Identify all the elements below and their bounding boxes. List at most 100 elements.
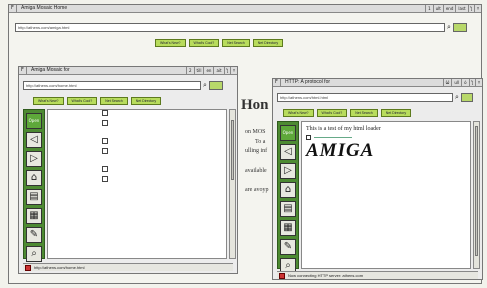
- window-title: HTTP: A protocol for: [285, 79, 331, 85]
- status-text: Now connecting HTTP server: athens.com: [288, 273, 364, 278]
- amiga-heading: AMIGA: [306, 140, 375, 161]
- right-titlebar[interactable]: F HTTP: A protocol for Ѡ ull ȯ ƪ ʭ: [273, 79, 482, 87]
- page-heading: Hon: [241, 97, 269, 113]
- whats-cool-button[interactable]: What's Cool?: [66, 97, 98, 105]
- right-content-area: This is a test of my html loader AMIGA: [301, 121, 471, 269]
- print-icon[interactable]: ▦: [26, 208, 42, 224]
- go-button[interactable]: [209, 81, 223, 90]
- left-nav-bar: What's New? What's Cool? Net Search Net …: [33, 97, 162, 105]
- right-url-row: http://athens.com/html.html ⌕: [277, 93, 473, 102]
- whats-cool-button[interactable]: What's Cool?: [188, 39, 220, 47]
- list-checkbox[interactable]: [102, 120, 108, 126]
- gadget-2[interactable]: ull: [451, 79, 461, 86]
- close-gadget[interactable]: F: [9, 5, 17, 12]
- right-nav-bar: What's New? What's Cool? Net Search Net …: [283, 109, 412, 117]
- right-status-bar: Now connecting HTTP server: athens.com: [277, 271, 478, 279]
- gadget-3[interactable]: end: [442, 5, 456, 12]
- whats-new-button[interactable]: What's New?: [33, 97, 64, 105]
- left-browser-window: F Amiga Mosaic for 2 till en ait ƪ ʭ htt…: [18, 66, 238, 274]
- url-field[interactable]: http://athens.com/home.html: [23, 81, 201, 90]
- list-checkbox[interactable]: [102, 166, 108, 172]
- back-icon[interactable]: ◁: [280, 144, 296, 160]
- main-nav-bar: What's New? What's Cool? Net Search Net …: [155, 39, 284, 47]
- home-icon[interactable]: ⌂: [280, 182, 296, 198]
- search-doc-icon[interactable]: ✎: [26, 227, 42, 243]
- open-button[interactable]: Open: [26, 113, 42, 129]
- gadget-1[interactable]: Ѡ: [442, 79, 452, 86]
- find-icon[interactable]: ⌕: [26, 246, 42, 262]
- window-title: Amiga Mosaic for: [31, 67, 70, 73]
- back-icon[interactable]: ◁: [26, 132, 42, 148]
- window-gadgets: 2 till en ait ƪ ʭ: [186, 67, 237, 74]
- net-directory-button[interactable]: Net Directory: [130, 97, 162, 105]
- window-gadgets: Ѡ ull ȯ ƪ ʭ: [442, 79, 482, 86]
- save-icon[interactable]: ▤: [26, 189, 42, 205]
- scroll-knob[interactable]: [475, 126, 478, 256]
- checkbox-column: [102, 110, 108, 186]
- search-icon[interactable]: ⌕: [453, 93, 461, 102]
- home-icon[interactable]: ⌂: [26, 170, 42, 186]
- list-checkbox[interactable]: [102, 148, 108, 154]
- list-checkbox[interactable]: [102, 110, 108, 116]
- gadget-3[interactable]: en: [203, 67, 213, 74]
- search-icon[interactable]: ⌕: [201, 81, 209, 90]
- scroll-knob[interactable]: [231, 120, 234, 180]
- bg-line-5: are avoyp: [245, 187, 269, 193]
- save-icon[interactable]: ▤: [280, 201, 296, 217]
- print-icon[interactable]: ▦: [280, 220, 296, 236]
- go-button[interactable]: [461, 93, 473, 102]
- right-browser-window: F HTTP: A protocol for Ѡ ull ȯ ƪ ʭ http:…: [272, 78, 483, 280]
- main-url-row: http://athens.com/amiga.html ⌕: [15, 23, 467, 32]
- depth-icon[interactable]: ʭ: [473, 5, 481, 12]
- page-link[interactable]: [314, 137, 352, 138]
- whats-new-button[interactable]: What's New?: [155, 39, 186, 47]
- net-search-button[interactable]: Net Search: [350, 109, 378, 117]
- list-checkbox[interactable]: [102, 176, 108, 182]
- left-vertical-scrollbar[interactable]: [229, 109, 236, 259]
- whats-cool-button[interactable]: What's Cool?: [316, 109, 348, 117]
- close-gadget[interactable]: F: [19, 67, 27, 74]
- forward-icon[interactable]: ▷: [280, 163, 296, 179]
- net-search-button[interactable]: Net Search: [222, 39, 250, 47]
- url-field[interactable]: http://athens.com/amiga.html: [15, 23, 445, 32]
- gadget-4[interactable]: last: [455, 5, 467, 12]
- whats-new-button[interactable]: What's New?: [283, 109, 314, 117]
- net-directory-button[interactable]: Net Directory: [252, 39, 284, 47]
- net-directory-button[interactable]: Net Directory: [380, 109, 412, 117]
- open-button[interactable]: Open: [280, 125, 296, 141]
- search-doc-icon[interactable]: ✎: [280, 239, 296, 255]
- gadget-2[interactable]: till: [193, 67, 204, 74]
- depth-icon[interactable]: ʭ: [229, 67, 237, 74]
- depth-icon[interactable]: ʭ: [474, 79, 482, 86]
- desktop-screen: F Amiga Mosaic Home 1 ult end last ƪ ʭ h…: [0, 0, 487, 288]
- gadget-2[interactable]: ult: [432, 5, 443, 12]
- window-title: Amiga Mosaic Home: [21, 5, 68, 11]
- status-icon: [25, 264, 31, 271]
- status-text: http://athens.com/home.html: [34, 265, 85, 270]
- close-gadget[interactable]: F: [273, 79, 281, 86]
- status-icon: [279, 272, 285, 279]
- search-icon[interactable]: ⌕: [445, 23, 453, 32]
- gadget-4[interactable]: ait: [213, 67, 223, 74]
- page-line-1: This is a test of my html loader: [306, 126, 381, 132]
- right-toolbar: Open ◁ ▷ ⌂ ▤ ▦ ✎ ⌕: [277, 121, 299, 274]
- url-field[interactable]: http://athens.com/html.html: [277, 93, 453, 102]
- right-vertical-scrollbar[interactable]: [473, 121, 480, 269]
- list-checkbox[interactable]: [102, 138, 108, 144]
- bg-line-4: available: [245, 168, 267, 174]
- left-content-area: [47, 109, 227, 259]
- left-url-row: http://athens.com/home.html ⌕: [23, 81, 223, 90]
- gadget-1[interactable]: 1: [425, 5, 433, 12]
- go-button[interactable]: [453, 23, 467, 32]
- bg-line-2: To a: [255, 139, 266, 145]
- main-titlebar[interactable]: F Amiga Mosaic Home 1 ult end last ƪ ʭ: [9, 5, 481, 13]
- bg-line-1: on MOS: [245, 129, 266, 135]
- gadget-1[interactable]: 2: [186, 67, 194, 74]
- net-search-button[interactable]: Net Search: [100, 97, 128, 105]
- gadget-3[interactable]: ȯ: [461, 79, 468, 86]
- left-toolbar: Open ◁ ▷ ⌂ ▤ ▦ ✎ ⌕: [23, 109, 45, 262]
- left-status-bar: http://athens.com/home.html: [23, 263, 233, 271]
- left-titlebar[interactable]: F Amiga Mosaic for 2 till en ait ƪ ʭ: [19, 67, 237, 75]
- forward-icon[interactable]: ▷: [26, 151, 42, 167]
- bg-line-3: ulling inf: [245, 148, 268, 154]
